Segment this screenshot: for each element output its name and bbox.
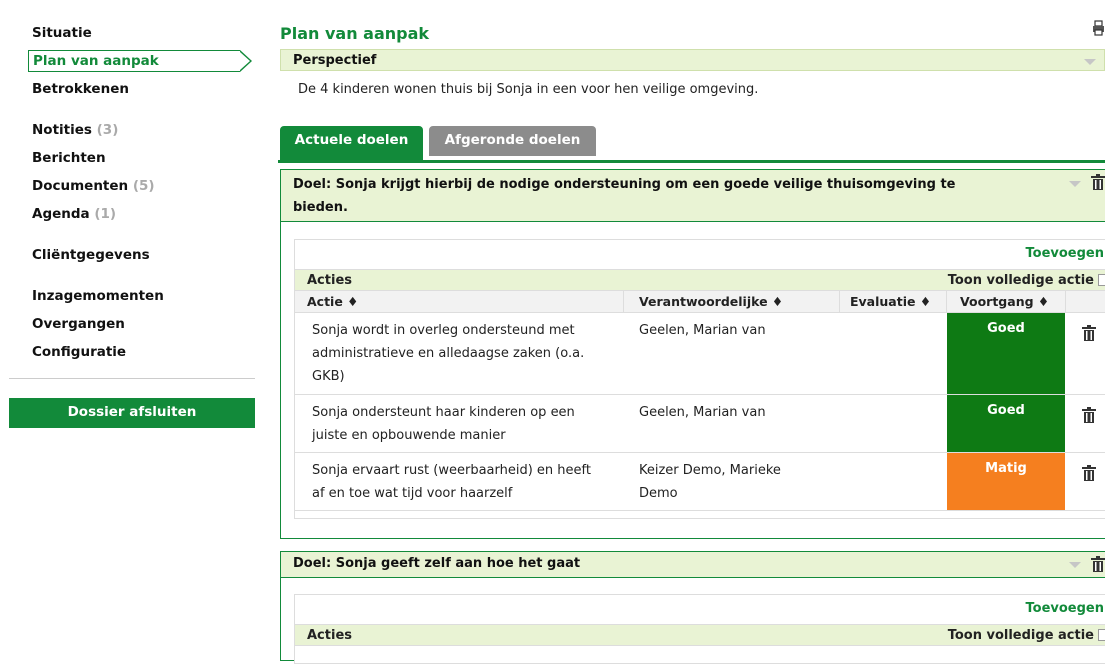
sidebar-item-berichten[interactable]: Berichten	[32, 150, 106, 166]
goal-title-line1: Doel: Sonja geeft zelf aan hoe het gaat	[293, 556, 581, 571]
chevron-down-icon[interactable]	[1084, 59, 1096, 65]
action-text: Sonja wordt in overleg ondersteund met a…	[312, 323, 585, 384]
tab-actuele-doelen[interactable]: Actuele doelen	[280, 126, 423, 160]
sidebar-item-label: Plan van aanpak	[33, 53, 159, 69]
actions-table: Toevoegen Acties Toon volledige actie	[294, 594, 1105, 664]
toggle-label: Toon volledige actie	[947, 273, 1094, 288]
actions-label: Acties	[307, 628, 352, 643]
actions-table: Toevoegen Acties Toon volledige actie Ac…	[294, 239, 1105, 519]
count-badge: (1)	[94, 206, 117, 222]
chevron-down-icon[interactable]	[1069, 181, 1081, 187]
sidebar-item-notities[interactable]: Notities (3)	[32, 122, 118, 138]
sidebar-item-configuratie[interactable]: Configuratie	[32, 344, 126, 360]
status-badge: Goed	[947, 395, 1065, 452]
print-icon[interactable]	[1092, 20, 1105, 36]
status-badge: Matig	[947, 453, 1065, 510]
table-header: Actie ♦ Verantwoordelijke ♦ Evaluatie ♦ …	[295, 291, 1105, 313]
action-text: Sonja ondersteunt haar kinderen op een j…	[312, 405, 575, 443]
add-action-link[interactable]: Toevoegen	[1026, 601, 1105, 616]
responsible-text: Geelen, Marian van	[639, 323, 766, 338]
full-action-checkbox[interactable]	[1098, 629, 1105, 641]
toggle-label: Toon volledige actie	[947, 628, 1094, 643]
goal-header[interactable]: Doel: Sonja krijgt hierbij de nodige ond…	[281, 170, 1105, 222]
add-action-link[interactable]: Toevoegen	[1026, 246, 1105, 261]
page-title: Plan van aanpak	[280, 24, 430, 43]
perspective-text: De 4 kinderen wonen thuis bij Sonja in e…	[298, 82, 759, 97]
col-voortgang[interactable]: Voortgang ♦	[960, 294, 1049, 309]
goal-header[interactable]: Doel: Sonja geeft zelf aan hoe het gaat	[281, 552, 1105, 578]
sidebar-item-clientgegevens[interactable]: Cliëntgegevens	[32, 247, 150, 263]
trash-icon[interactable]	[1082, 465, 1096, 481]
responsible-text: Keizer Demo, Marieke Demo	[639, 463, 781, 501]
table-row: Sonja wordt in overleg ondersteund met a…	[295, 313, 1105, 395]
goal-title-line1: Doel: Sonja krijgt hierbij de nodige ond…	[293, 177, 956, 192]
count-badge: (5)	[132, 178, 155, 194]
col-actie[interactable]: Actie ♦	[307, 294, 358, 309]
sidebar-item-plan-van-aanpak[interactable]: Plan van aanpak	[28, 50, 252, 72]
sidebar-item-overgangen[interactable]: Overgangen	[32, 316, 125, 332]
action-text: Sonja ervaart rust (weerbaarheid) en hee…	[312, 463, 591, 501]
perspective-header[interactable]: Perspectief	[280, 49, 1105, 71]
sidebar-item-agenda[interactable]: Agenda (1)	[32, 206, 116, 222]
goal-card: Doel: Sonja krijgt hierbij de nodige ond…	[280, 169, 1105, 539]
trash-icon[interactable]	[1091, 556, 1105, 572]
full-action-checkbox[interactable]	[1098, 274, 1105, 286]
tab-afgeronde-doelen[interactable]: Afgeronde doelen	[429, 126, 596, 156]
actions-bar: Acties Toon volledige actie	[295, 269, 1105, 291]
actions-label: Acties	[307, 273, 352, 288]
goal-card: Doel: Sonja geeft zelf aan hoe het gaat …	[280, 551, 1105, 664]
tab-underline	[278, 160, 1105, 163]
chevron-down-icon[interactable]	[1069, 562, 1081, 568]
actions-bar: Acties Toon volledige actie	[295, 624, 1105, 646]
close-dossier-button[interactable]: Dossier afsluiten	[9, 398, 255, 428]
sidebar-divider	[9, 378, 255, 379]
responsible-text: Geelen, Marian van	[639, 405, 766, 420]
sidebar-item-inzagemomenten[interactable]: Inzagemomenten	[32, 288, 164, 304]
col-verantwoordelijke[interactable]: Verantwoordelijke ♦	[639, 294, 783, 309]
status-badge: Goed	[947, 313, 1065, 394]
table-row: Sonja ervaart rust (weerbaarheid) en hee…	[295, 453, 1105, 511]
table-row: Sonja ondersteunt haar kinderen op een j…	[295, 395, 1105, 453]
goal-title-line2: bieden.	[293, 200, 348, 215]
perspective-label: Perspectief	[293, 53, 377, 68]
count-badge: (3)	[96, 122, 119, 138]
sidebar-item-situatie[interactable]: Situatie	[32, 25, 92, 41]
col-evaluatie[interactable]: Evaluatie ♦	[850, 294, 931, 309]
trash-icon[interactable]	[1091, 174, 1105, 190]
trash-icon[interactable]	[1082, 407, 1096, 423]
trash-icon[interactable]	[1082, 325, 1096, 341]
sidebar-item-betrokkenen[interactable]: Betrokkenen	[32, 81, 129, 97]
sidebar-item-documenten[interactable]: Documenten (5)	[32, 178, 155, 194]
